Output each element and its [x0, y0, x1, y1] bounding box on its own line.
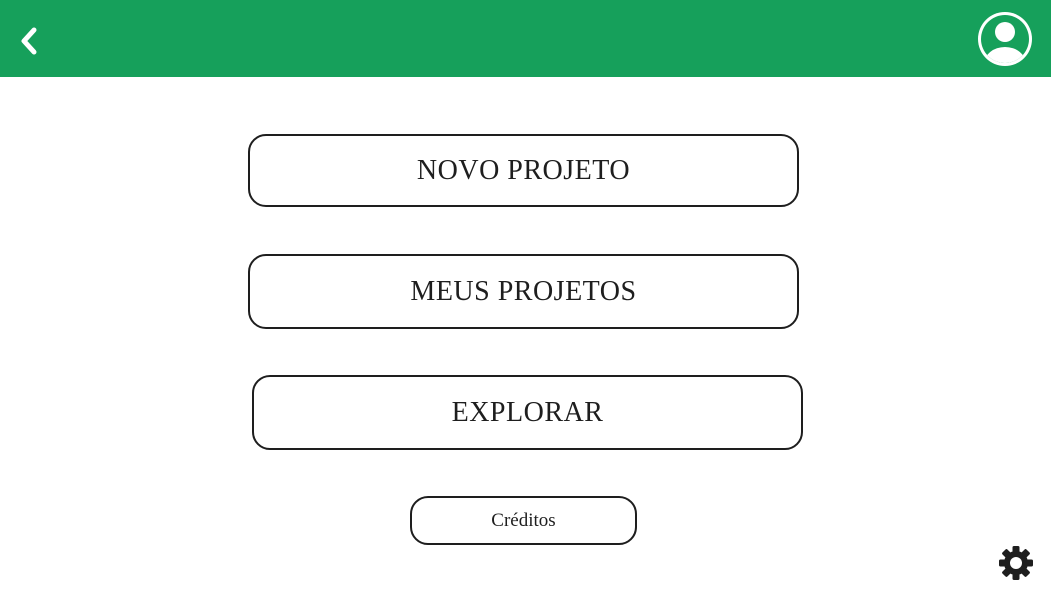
- gear-icon: [999, 546, 1033, 580]
- back-button[interactable]: [12, 22, 46, 60]
- chevron-left-icon: [21, 27, 37, 55]
- my-projects-label: MEUS PROJETOS: [410, 275, 637, 307]
- credits-button[interactable]: Créditos: [410, 496, 637, 545]
- profile-button[interactable]: [976, 10, 1034, 68]
- credits-label: Créditos: [491, 509, 556, 531]
- explore-button[interactable]: EXPLORAR: [252, 375, 803, 450]
- new-project-label: NOVO PROJETO: [416, 154, 631, 186]
- top-app-bar: [0, 0, 1051, 77]
- my-projects-button[interactable]: MEUS PROJETOS: [248, 254, 799, 329]
- explore-label: EXPLORAR: [451, 396, 604, 428]
- user-avatar-icon: [978, 12, 1032, 66]
- new-project-button[interactable]: NOVO PROJETO: [248, 134, 799, 207]
- settings-button[interactable]: [997, 544, 1035, 582]
